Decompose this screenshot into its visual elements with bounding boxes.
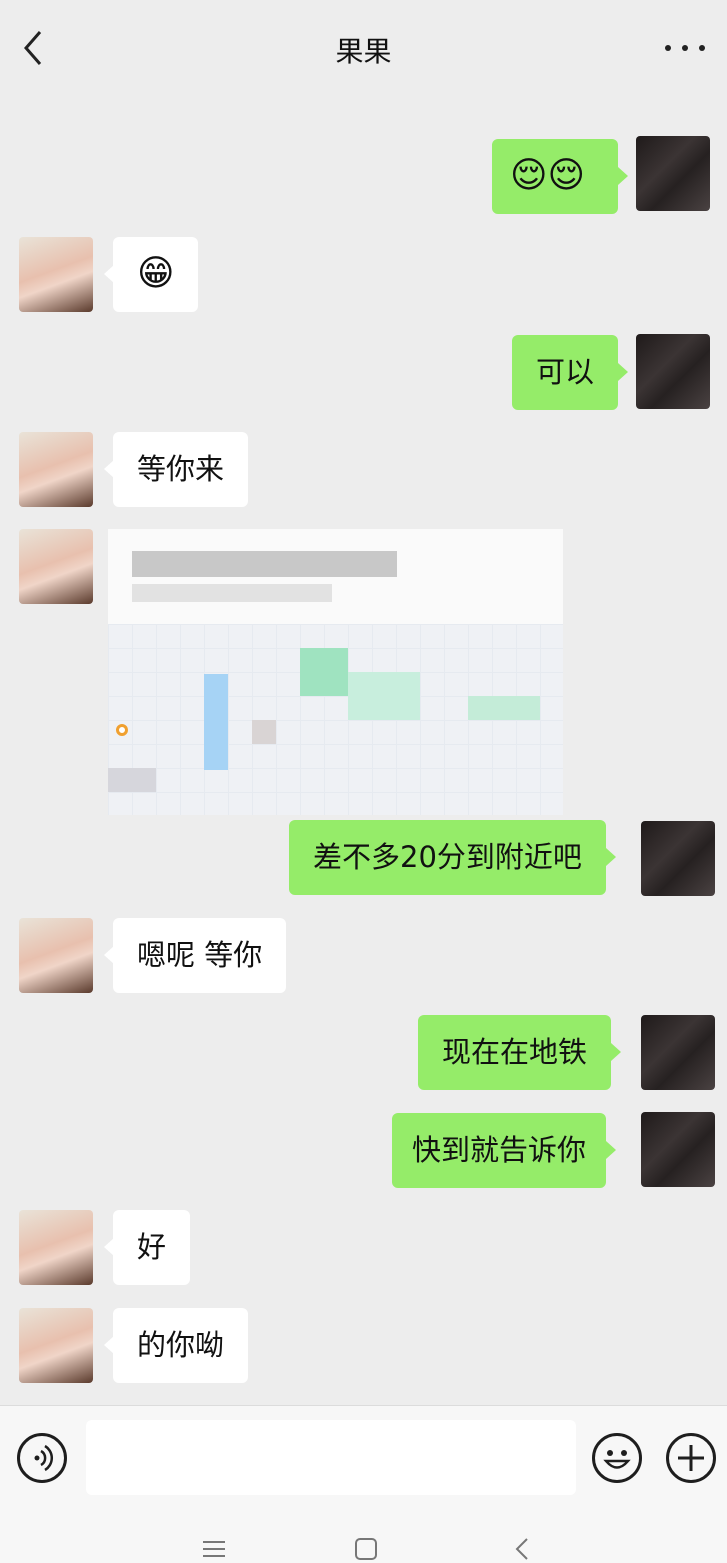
message-text: 可以 [536,355,595,389]
home-nav-icon[interactable] [355,1538,377,1560]
message-emoji: 😁 [137,253,175,294]
message-bubble-friend[interactable]: 好 [103,1210,191,1285]
message-bubble-self[interactable]: 😌😌 [492,139,628,214]
avatar-friend[interactable] [19,918,93,993]
avatar-friend[interactable] [19,1308,93,1383]
avatar-friend[interactable] [19,1210,93,1285]
message-bubble-friend[interactable]: 嗯呢 等你 [103,918,287,993]
more-icon-dot [682,45,688,51]
avatar-self[interactable] [641,1015,715,1090]
message-text: 等你来 [137,452,225,486]
message-bubble-friend[interactable]: 😁 [104,237,198,312]
location-map-thumbnail [108,624,563,815]
message-bubble-self[interactable]: 现在在地铁 [418,1015,622,1090]
avatar-self[interactable] [636,334,710,409]
more-icon [665,45,671,51]
location-address-redacted [132,584,332,602]
message-text: 嗯呢 等你 [137,938,263,972]
voice-icon [34,1444,54,1472]
more-functions-button[interactable] [666,1433,716,1483]
avatar-friend[interactable] [19,237,93,312]
message-text: 快到就告诉你 [412,1133,587,1167]
message-bubble-friend[interactable]: 的你呦 [103,1308,249,1383]
message-bubble-self[interactable]: 快到就告诉你 [392,1113,617,1188]
message-text: 差不多20分到附近吧 [313,840,582,874]
back-nav-icon[interactable] [512,1538,534,1560]
system-navigation-bar [0,1508,727,1563]
menu-nav-icon[interactable] [203,1538,225,1560]
message-text: 现在在地铁 [442,1035,588,1069]
chat-title: 果果 [335,35,392,68]
message-input[interactable] [86,1420,576,1495]
input-bar [0,1405,727,1509]
emoji-icon [603,1450,631,1469]
message-text: 的你呦 [137,1328,225,1362]
avatar-self[interactable] [641,821,715,896]
message-bubble-friend[interactable]: 等你来 [103,432,249,507]
plus-icon [678,1445,704,1471]
more-button[interactable] [665,30,705,66]
avatar-friend[interactable] [19,432,93,507]
more-icon-dot [699,45,705,51]
avatar-friend[interactable] [19,529,93,604]
message-bubble-self[interactable]: 可以 [512,335,629,410]
voice-button[interactable] [17,1433,67,1483]
message-text: 好 [137,1230,167,1264]
message-emoji: 😌😌 [510,155,586,196]
avatar-self[interactable] [641,1112,715,1187]
message-bubble-self[interactable]: 差不多20分到附近吧 [289,820,616,895]
emoji-button[interactable] [592,1433,642,1483]
location-title-redacted [132,551,397,577]
location-card[interactable] [108,529,563,815]
map-poi-icon [116,724,128,736]
avatar-self[interactable] [636,136,710,211]
chat-header: 果果 [0,0,727,96]
